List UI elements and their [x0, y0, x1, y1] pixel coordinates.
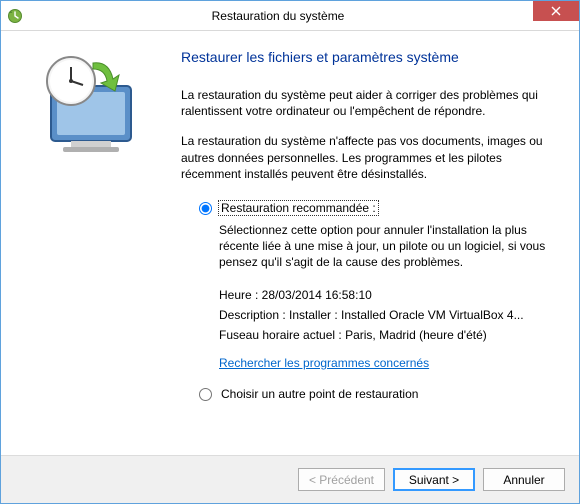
recommended-restore-label: Restauration recommandée : — [218, 200, 379, 216]
recommended-restore-description: Sélectionnez cette option pour annuler l… — [219, 222, 551, 271]
window-title: Restauration du système — [23, 9, 533, 23]
intro-paragraph-2: La restauration du système n'affecte pas… — [181, 133, 551, 182]
close-icon — [551, 6, 561, 16]
content-area: Restaurer les fichiers et paramètres sys… — [1, 31, 579, 455]
restore-point-timezone: Fuseau horaire actuel : Paris, Madrid (h… — [219, 325, 551, 345]
choose-other-point-label: Choisir un autre point de restauration — [218, 386, 421, 402]
left-pane — [1, 31, 171, 455]
restore-point-details: Heure : 28/03/2014 16:58:10 Description … — [219, 285, 551, 346]
recommended-restore-option[interactable]: Restauration recommandée : — [199, 200, 551, 216]
wizard-footer: < Précédent Suivant > Annuler — [1, 455, 579, 503]
back-button: < Précédent — [298, 468, 385, 491]
choose-other-point-option[interactable]: Choisir un autre point de restauration — [199, 386, 551, 402]
close-button[interactable] — [533, 1, 579, 21]
choose-other-point-radio[interactable] — [199, 388, 212, 401]
recommended-restore-radio[interactable] — [199, 202, 212, 215]
intro-paragraph-1: La restauration du système peut aider à … — [181, 87, 551, 119]
cancel-button[interactable]: Annuler — [483, 468, 565, 491]
page-heading: Restaurer les fichiers et paramètres sys… — [181, 49, 551, 65]
right-pane: Restaurer les fichiers et paramètres sys… — [171, 31, 579, 455]
restore-point-time: Heure : 28/03/2014 16:58:10 — [219, 285, 551, 305]
restore-options-group: Restauration recommandée : Sélectionnez … — [199, 200, 551, 402]
scan-affected-programs-link[interactable]: Rechercher les programmes concernés — [219, 356, 429, 370]
system-restore-illustration — [21, 51, 151, 161]
next-button[interactable]: Suivant > — [393, 468, 475, 491]
restore-point-description: Description : Installer : Installed Orac… — [219, 305, 551, 325]
titlebar: Restauration du système — [1, 1, 579, 31]
system-restore-icon — [7, 8, 23, 24]
